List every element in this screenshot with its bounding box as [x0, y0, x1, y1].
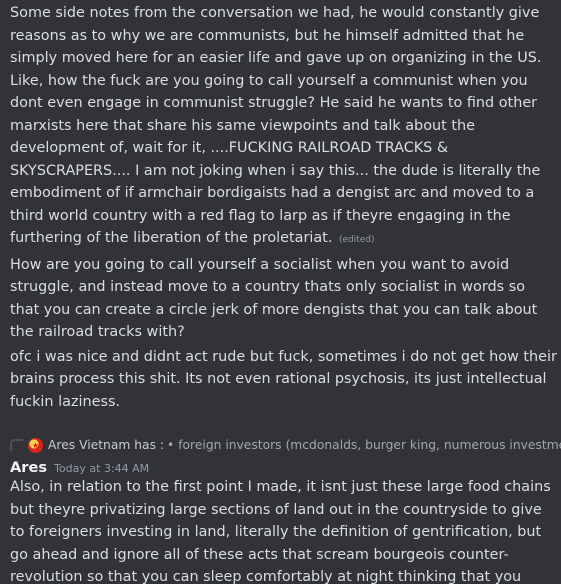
reply-preview[interactable]: • foreign investors (mcdonalds, burger k… — [167, 438, 561, 452]
message-group-previous: Some side notes from the conversation we… — [10, 0, 561, 413]
message-text[interactable]: How are you going to call yourself a soc… — [10, 254, 561, 344]
reply-author[interactable]: Ares Vietnam has : — [48, 438, 164, 452]
chat-message-list: Some side notes from the conversation we… — [0, 0, 561, 584]
edited-label: (edited) — [338, 235, 375, 245]
message-text[interactable]: ofc i was nice and didnt act rude but fu… — [10, 346, 561, 414]
message-body: Some side notes from the conversation we… — [10, 5, 542, 246]
message-text[interactable]: Also, in relation to the first point I m… — [10, 476, 561, 584]
vietnam-flag-avatar-icon[interactable]: ★ — [28, 437, 43, 453]
message-timestamp[interactable]: Today at 3:44 AM — [54, 462, 149, 475]
reply-spine-icon — [10, 439, 23, 451]
author-name[interactable]: Ares — [10, 459, 47, 476]
reply-reference[interactable]: ★ Ares Vietnam has : • foreign investors… — [10, 435, 561, 455]
message-header: Ares Today at 3:44 AM — [10, 459, 561, 476]
message-group-ares: Ares Today at 3:44 AM Also, in relation … — [10, 459, 561, 584]
message-text[interactable]: Some side notes from the conversation we… — [10, 2, 561, 252]
